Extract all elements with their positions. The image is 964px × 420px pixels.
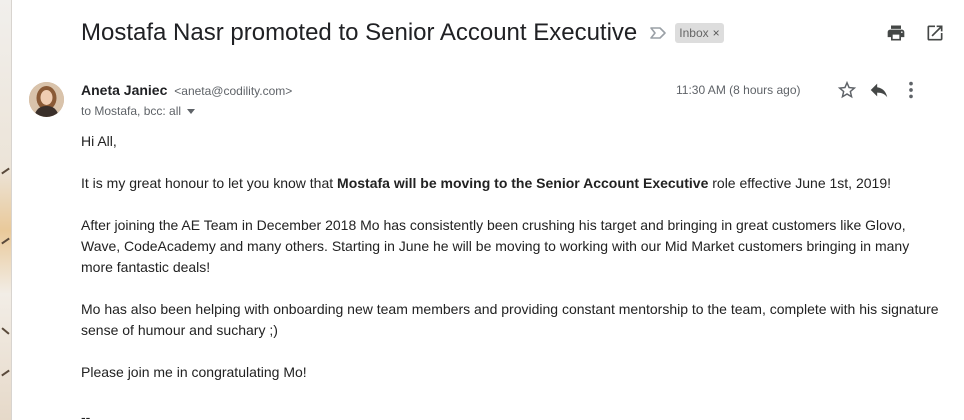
paragraph-mentorship: Mo has also been helping with onboarding… — [81, 301, 939, 338]
announcement-highlight: Mostafa will be moving to the Senior Acc… — [337, 175, 709, 191]
signature-separator: -- — [81, 409, 91, 420]
email-subject: Mostafa Nasr promoted to Senior Account … — [81, 19, 638, 46]
email-body: Hi All, It is my great honour to let you… — [81, 131, 941, 404]
greeting: Hi All, — [81, 133, 117, 149]
background-wallpaper-strip — [0, 0, 12, 420]
message-actions — [836, 79, 922, 101]
paragraph-achievements: After joining the AE Team in December 20… — [81, 217, 910, 275]
star-icon[interactable] — [836, 79, 858, 101]
paragraph-announcement: It is my great honour to let you know th… — [81, 173, 941, 194]
sender-avatar[interactable] — [29, 82, 64, 117]
sender-line: Aneta Janiec <aneta@codility.com> — [81, 82, 292, 98]
sender-name[interactable]: Aneta Janiec — [81, 82, 167, 98]
announcement-outro: role effective June 1st, 2019! — [708, 175, 891, 191]
sender-email: <aneta@codility.com> — [174, 84, 293, 98]
thread-actions — [885, 22, 946, 44]
reply-icon[interactable] — [868, 79, 890, 101]
important-marker-icon[interactable] — [649, 26, 667, 40]
remove-label-icon[interactable]: × — [713, 26, 720, 40]
inbox-label-text: Inbox — [679, 26, 709, 40]
subject-row: Mostafa Nasr promoted to Senior Account … — [81, 17, 724, 49]
chevron-down-icon[interactable] — [187, 108, 196, 114]
recipients-text: to Mostafa, bcc: all — [81, 104, 182, 118]
more-vertical-icon[interactable] — [900, 79, 922, 101]
print-icon[interactable] — [885, 22, 907, 44]
email-view: Mostafa Nasr promoted to Senior Account … — [0, 0, 964, 420]
email-timestamp: 11:30 AM (8 hours ago) — [676, 83, 801, 97]
inbox-label-chip[interactable]: Inbox × — [675, 23, 724, 43]
paragraph-congratulations: Please join me in congratulating Mo! — [81, 364, 307, 380]
recipients-line: to Mostafa, bcc: all — [81, 104, 196, 118]
open-in-new-window-icon[interactable] — [924, 22, 946, 44]
announcement-intro: It is my great honour to let you know th… — [81, 175, 338, 191]
